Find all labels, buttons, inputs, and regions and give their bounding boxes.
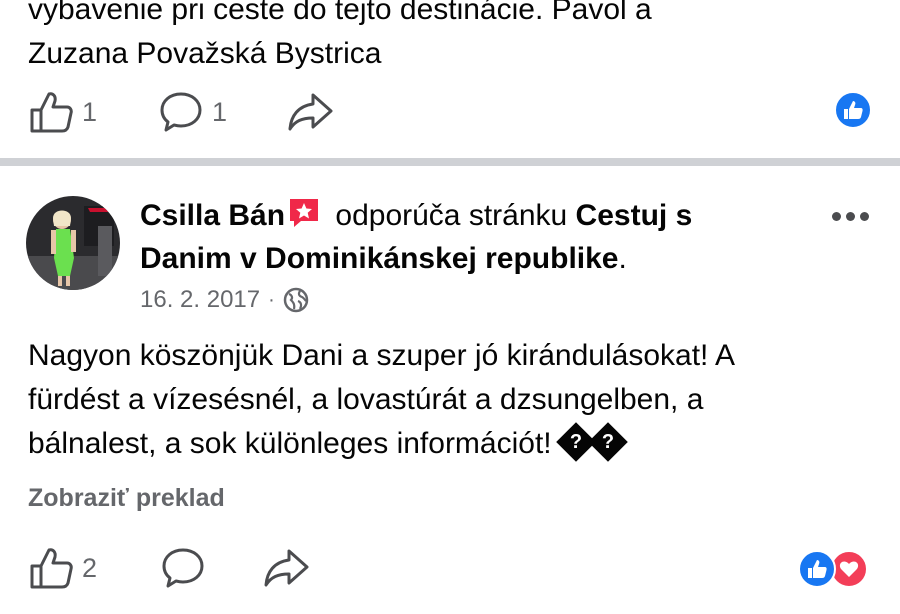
post-date[interactable]: 16. 2. 2017 xyxy=(140,286,260,314)
previous-post-action-bar: 1 1 xyxy=(0,86,900,136)
post-reactions[interactable] xyxy=(798,550,868,588)
meta-separator: · xyxy=(268,288,275,311)
previous-reactions[interactable] xyxy=(834,91,872,129)
more-dot xyxy=(860,211,869,221)
previous-comment-button[interactable]: 1 xyxy=(158,90,227,134)
author-name[interactable]: Csilla Bán xyxy=(140,199,285,232)
recommends-text: odporúča stránku xyxy=(327,199,576,232)
header-period: . xyxy=(618,242,627,275)
previous-like-count: 1 xyxy=(82,96,98,127)
share-button[interactable] xyxy=(262,546,310,590)
more-dot xyxy=(832,211,841,221)
post-body-line: fürdést a vízesésnél, a lovastúrát a dzs… xyxy=(28,383,704,416)
comment-icon xyxy=(162,548,204,588)
post-body-line: Nagyon köszönjük Dani a szuper jó kiránd… xyxy=(28,339,736,372)
avatar[interactable] xyxy=(26,196,120,290)
thumbs-up-icon xyxy=(30,548,73,589)
share-icon xyxy=(264,549,309,587)
like-reaction-icon xyxy=(798,550,836,588)
comment-button[interactable] xyxy=(160,546,206,590)
post-action-bar: 2 xyxy=(0,544,900,594)
unknown-emoji-icon: ? xyxy=(587,422,628,462)
globe-icon xyxy=(283,287,309,313)
previous-post-text-line: Zuzana Považská Bystrica xyxy=(28,37,382,70)
previous-post-text: vybavenie pri ceste do tejto destinácie.… xyxy=(28,0,878,76)
post-body: Nagyon köszönjük Dani a szuper jó kiránd… xyxy=(28,334,878,466)
post-body-line-last: bálnalest, a sok különleges információt!… xyxy=(28,422,878,466)
see-translation-link[interactable]: Zobraziť preklad xyxy=(28,484,225,513)
more-dot xyxy=(846,211,855,221)
previous-post-text-line: vybavenie pri ceste do tejto destinácie.… xyxy=(28,0,652,26)
like-reaction-icon xyxy=(834,91,872,129)
previous-like-button[interactable]: 1 xyxy=(28,90,97,134)
comment-icon xyxy=(160,92,202,132)
recommend-star-icon xyxy=(290,199,319,227)
previous-share-button[interactable] xyxy=(286,90,334,134)
page-name-link[interactable]: Cestuj s xyxy=(576,199,693,232)
previous-comment-count: 1 xyxy=(212,96,228,127)
more-options-button[interactable] xyxy=(832,206,872,226)
post-body-line: bálnalest, a sok különleges információt! xyxy=(28,427,552,460)
post-divider xyxy=(0,158,900,166)
like-button[interactable]: 2 xyxy=(28,546,97,590)
thumbs-up-icon xyxy=(30,92,73,133)
post-meta: 16. 2. 2017 · xyxy=(140,283,309,317)
share-icon xyxy=(288,93,333,131)
like-count: 2 xyxy=(82,552,98,583)
page-name-link-continued[interactable]: Danim v Dominikánskej republike xyxy=(140,242,619,275)
post-header: Csilla Bán odporúča stránku Cestuj s Dani… xyxy=(140,194,820,280)
